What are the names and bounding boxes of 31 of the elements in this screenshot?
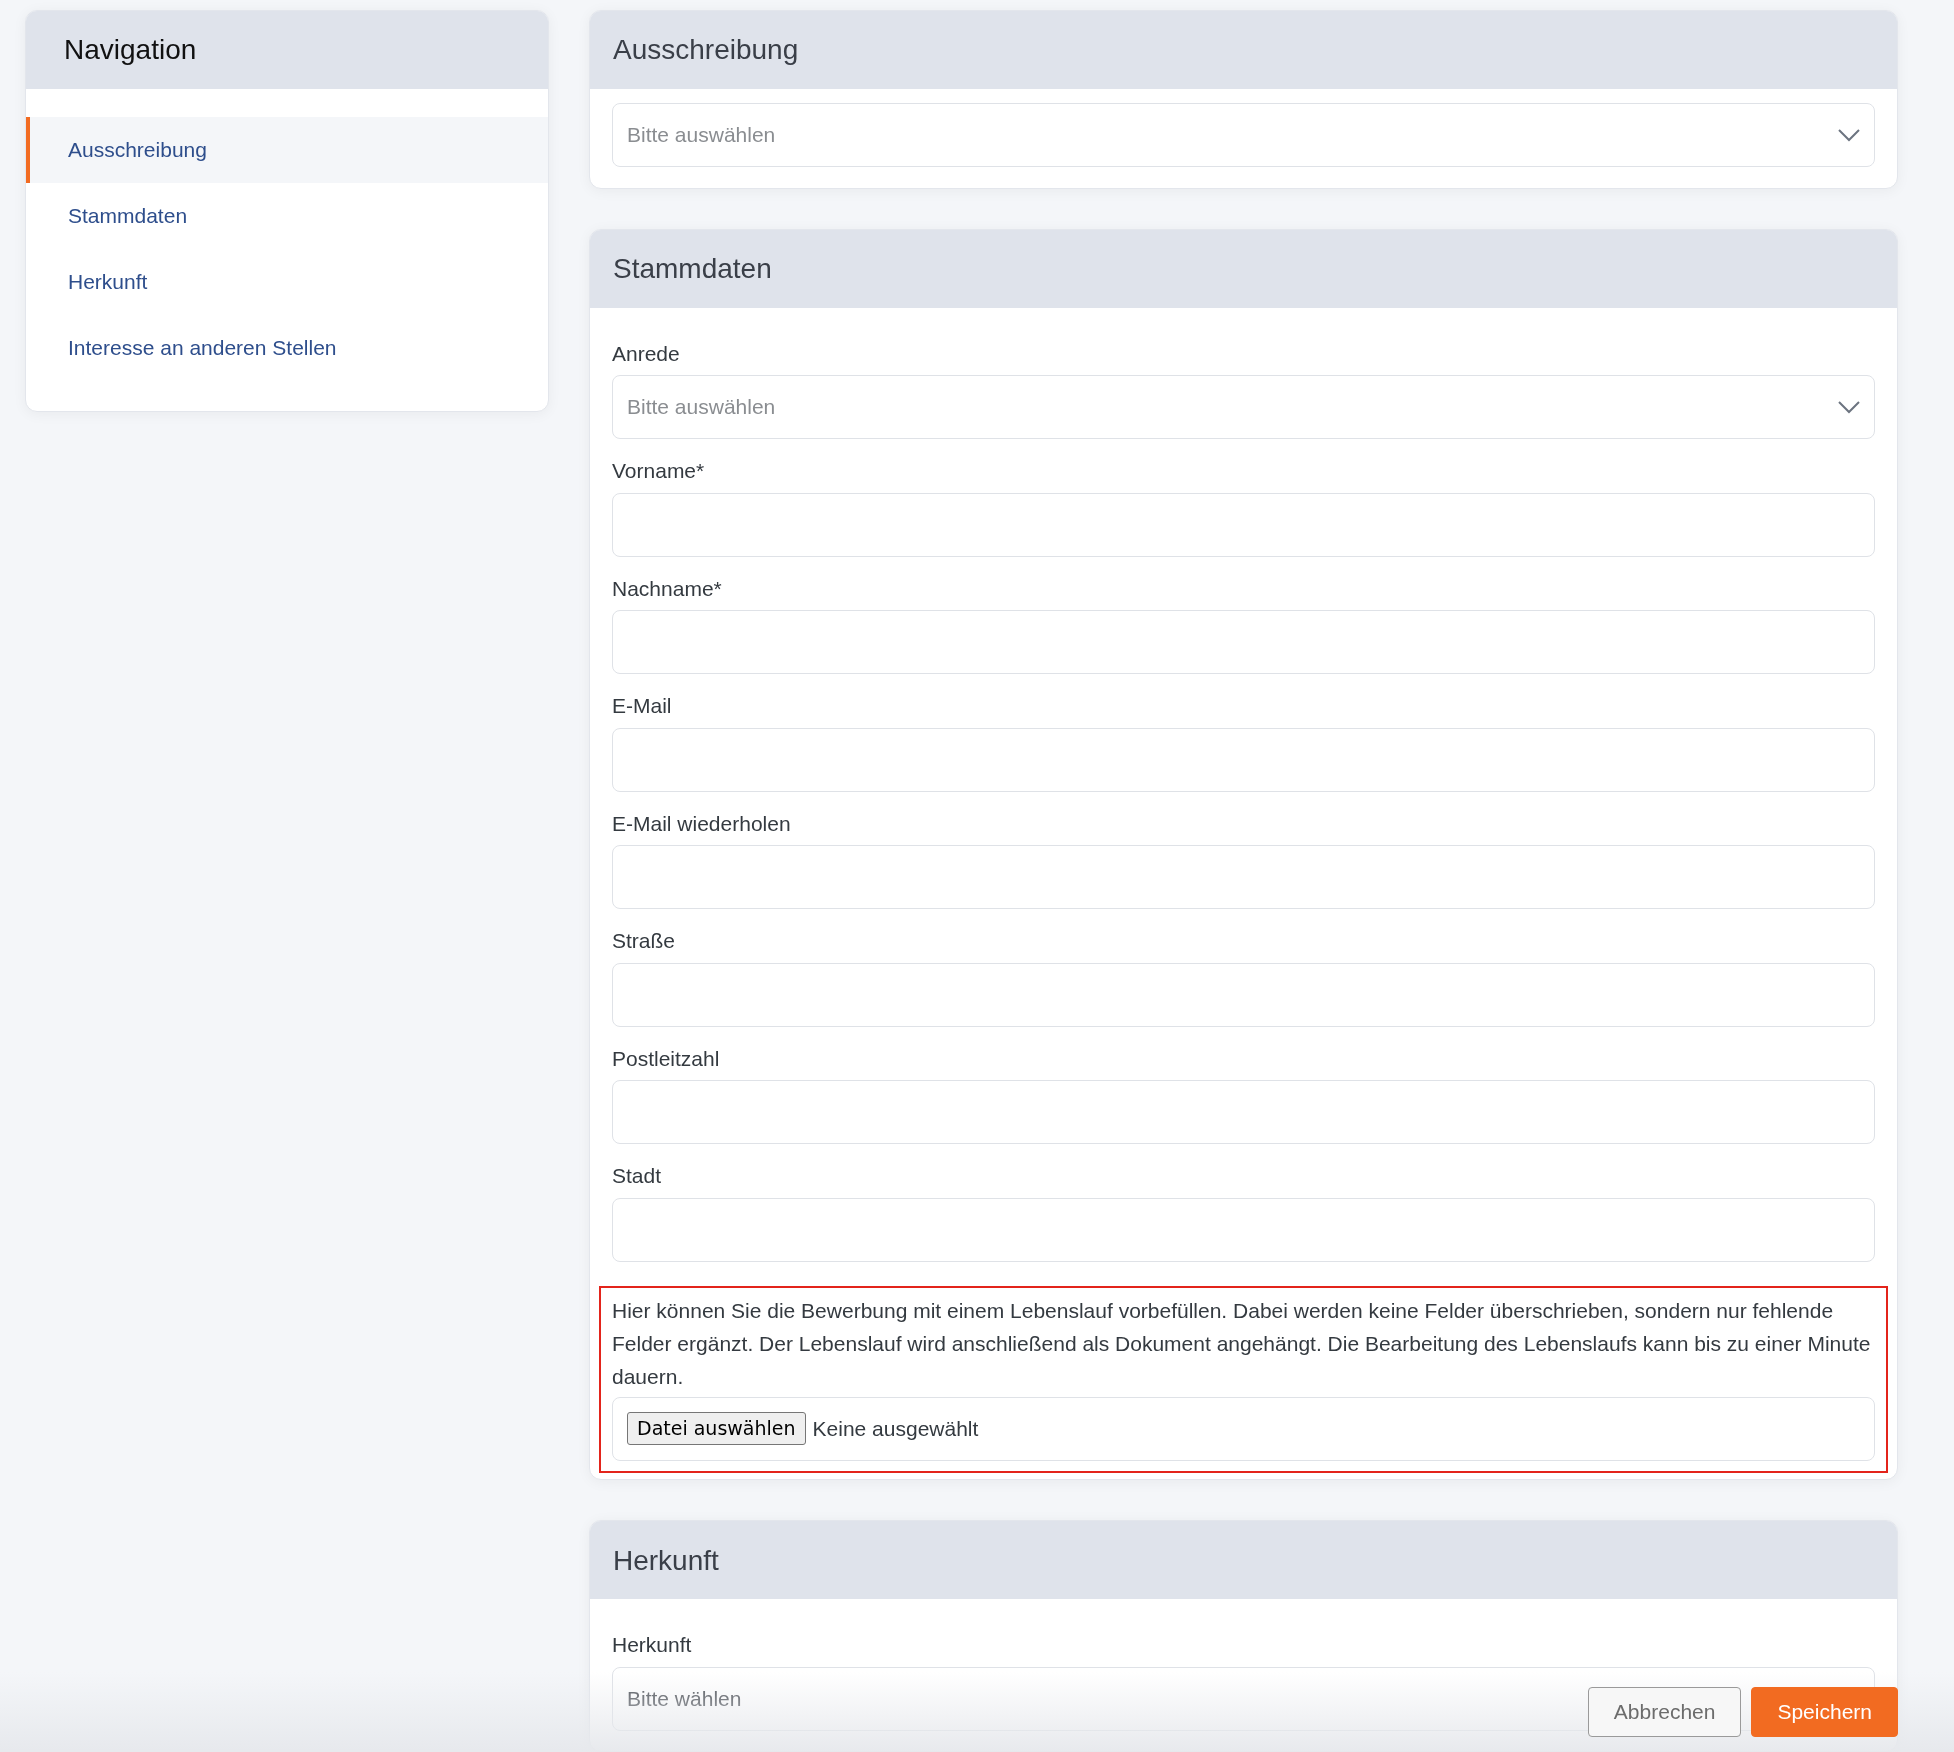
cancel-button[interactable]: Abbrechen <box>1587 1687 1742 1737</box>
card-title: Navigation <box>63 33 197 67</box>
field-label: Postleitzahl <box>612 1045 721 1072</box>
field-label: Herkunft <box>612 1632 693 1659</box>
notice-text: Hier können Sie die Bewerbung mit einem Lebenslauf vorbefüllen. Dabei werden keine Felder überschrieben, sondern nur fehlende Felder ergänzt. Der Lebenslauf wird anschließend als Dokument angehängt. Die Bearbeitung des Lebenslaufs kann bis zu einer Minute dauern. <box>612 1297 1872 1390</box>
field-label: Vorname* <box>612 458 706 485</box>
field-label: E-Mail wiederholen <box>612 810 792 837</box>
section-title: Ausschreibung <box>613 33 799 67</box>
text-field[interactable] <box>612 962 1875 1027</box>
file-field[interactable]: Datei auswählen Keine ausgewählt <box>612 1396 1875 1461</box>
text-field[interactable] <box>612 492 1875 557</box>
field-label: Nachname* <box>612 575 723 602</box>
text-field[interactable] <box>612 727 1875 792</box>
field-label: Straße <box>612 928 677 955</box>
section-title: Stammdaten <box>613 251 772 286</box>
nav-link[interactable]: Herkunft <box>26 249 548 315</box>
text-field[interactable] <box>612 845 1875 910</box>
field-label: Anrede <box>612 340 681 367</box>
chevron-down-icon <box>1838 400 1860 414</box>
nav-link[interactable]: Interesse an anderen Stellen <box>26 315 548 381</box>
nav-link[interactable]: Stammdaten <box>26 183 548 249</box>
text-field[interactable] <box>612 1197 1875 1262</box>
file-button[interactable]: Datei auswählen <box>627 1412 806 1445</box>
chevron-down-icon <box>1838 128 1860 142</box>
section-title: Herkunft <box>613 1543 719 1578</box>
file-status-text: Keine ausgewählt <box>812 1415 979 1442</box>
text-field[interactable] <box>612 1080 1875 1145</box>
field-label: E-Mail <box>612 693 673 720</box>
field-label: Stadt <box>612 1163 663 1190</box>
text-field[interactable] <box>612 610 1875 675</box>
nav-link[interactable]: Ausschreibung <box>26 117 548 183</box>
